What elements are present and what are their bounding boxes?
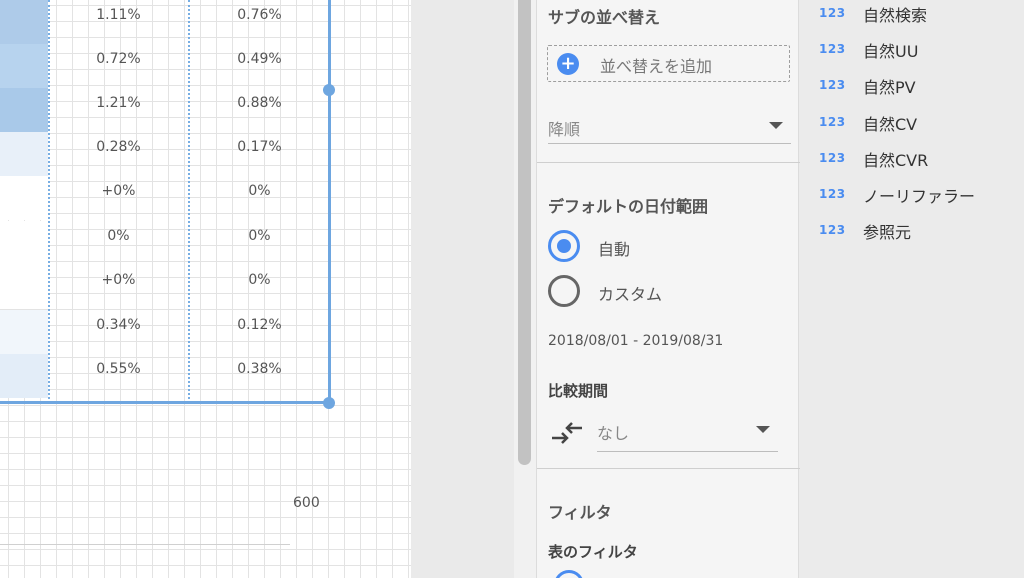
heatmap-cell: [0, 354, 48, 398]
table-cell: 0.88%: [237, 95, 282, 111]
field-label: 自然UU: [863, 42, 919, 61]
selection-border-bottom: [0, 401, 330, 404]
properties-panel: サブの並べ替え + 並べ替えを追加 降順 デフォルトの日付範囲 自動 カスタム …: [536, 0, 800, 578]
resize-handle-corner[interactable]: [323, 397, 335, 409]
heatmap-cell: [0, 176, 48, 220]
table-cell: 0.28%: [96, 139, 141, 155]
field-item[interactable]: 123 参照元: [800, 215, 1024, 251]
field-item[interactable]: 123 自然PV: [800, 70, 1024, 106]
table-cell: +0%: [101, 183, 136, 199]
table-cell: 1.21%: [96, 95, 141, 111]
date-range-title: デフォルトの日付範囲: [548, 197, 709, 216]
field-label: 自然PV: [863, 78, 916, 97]
radio-auto[interactable]: [548, 230, 580, 262]
sort-order-value: 降順: [548, 120, 581, 139]
table-cell: 0%: [248, 228, 271, 244]
filter-title: フィルタ: [548, 503, 612, 522]
selection-border-right: [328, 0, 331, 404]
chevron-down-icon: [769, 122, 783, 129]
table-cell: 0%: [248, 272, 271, 288]
field-label: 自然検索: [863, 6, 928, 25]
table-cell: 0%: [107, 228, 130, 244]
section-divider: [537, 468, 800, 469]
chart-gridline: [0, 544, 290, 545]
field-list: 123 自然検索 123 自然UU 123 自然PV 123 自然CV 123 …: [800, 0, 1024, 578]
report-editor: 1.11% 0.76% 0.72% 0.49% 1.21% 0.88% 0.28…: [0, 0, 1024, 578]
filter-radio[interactable]: [554, 570, 584, 578]
table-filter-title: 表のフィルタ: [548, 543, 638, 561]
table-cell: 0.49%: [237, 51, 282, 67]
number-type-icon: 123: [819, 187, 846, 201]
field-item[interactable]: 123 自然UU: [800, 34, 1024, 70]
sort-order-dropdown[interactable]: 降順: [548, 112, 791, 144]
add-sort-button[interactable]: + 並べ替えを追加: [547, 45, 790, 82]
section-divider: [537, 162, 800, 163]
radio-custom-label: カスタム: [598, 285, 663, 304]
heatmap-cell: [0, 0, 48, 44]
date-range-text: 2018/08/01 - 2019/08/31: [548, 333, 724, 349]
table-cell: 0.72%: [96, 51, 141, 67]
heatmap-cell: [0, 310, 48, 354]
table-cell: 0.76%: [237, 7, 282, 23]
number-type-icon: 123: [819, 6, 846, 20]
table-cell: 0.55%: [96, 361, 141, 377]
field-label: 参照元: [863, 223, 912, 242]
table-cell: 0%: [248, 183, 271, 199]
table-cell: 0.34%: [96, 317, 141, 333]
axis-tick-label: 600: [293, 495, 320, 511]
field-label: 自然CV: [863, 115, 918, 134]
heatmap-cell: [0, 88, 48, 132]
field-item[interactable]: 123 自然CVR: [800, 143, 1024, 179]
field-item[interactable]: 123 自然検索: [800, 0, 1024, 34]
field-item[interactable]: 123 自然CV: [800, 107, 1024, 143]
number-type-icon: 123: [819, 115, 846, 129]
table-cell: 0.17%: [237, 139, 282, 155]
resize-handle-right[interactable]: [323, 84, 335, 96]
compare-arrows-icon: [552, 422, 582, 444]
number-type-icon: 123: [819, 151, 846, 165]
heatmap-cell: [0, 132, 48, 176]
sub-sort-title: サブの並べ替え: [548, 8, 661, 27]
table-cell: 0.38%: [237, 361, 282, 377]
number-type-icon: 123: [819, 223, 846, 237]
chevron-down-icon: [756, 426, 770, 433]
field-label: 自然CVR: [863, 151, 929, 170]
table-cell: 0.12%: [237, 317, 282, 333]
table-cell: +0%: [101, 272, 136, 288]
compare-dropdown[interactable]: なし: [597, 414, 778, 452]
field-label: ノーリファラー: [863, 187, 976, 206]
heatmap-cell: [0, 44, 48, 88]
plus-icon: +: [557, 53, 579, 75]
field-item[interactable]: 123 ノーリファラー: [800, 179, 1024, 215]
table-cell: 1.11%: [96, 7, 141, 23]
scrollbar-thumb[interactable]: [518, 0, 531, 465]
compare-title: 比較期間: [548, 382, 609, 400]
report-canvas[interactable]: 1.11% 0.76% 0.72% 0.49% 1.21% 0.88% 0.28…: [0, 0, 411, 578]
number-type-icon: 123: [819, 78, 846, 92]
add-sort-label: 並べ替えを追加: [600, 57, 713, 76]
heatmap-cell: [0, 221, 48, 265]
radio-auto-label: 自動: [598, 240, 631, 259]
heatmap-cell: [0, 265, 48, 309]
radio-custom[interactable]: [548, 275, 580, 307]
column-divider: [188, 0, 190, 403]
canvas-margin: [411, 0, 514, 578]
compare-value: なし: [597, 424, 630, 443]
number-type-icon: 123: [819, 42, 846, 56]
scorecard-table[interactable]: 1.11% 0.76% 0.72% 0.49% 1.21% 0.88% 0.28…: [0, 0, 335, 409]
column-divider: [48, 0, 50, 403]
